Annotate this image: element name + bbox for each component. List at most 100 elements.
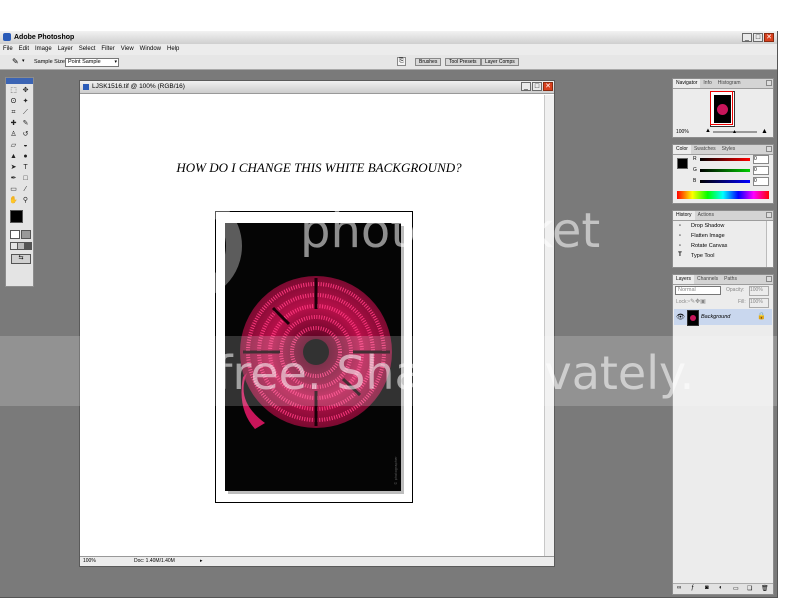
- eye-icon[interactable]: 👁: [676, 313, 685, 321]
- foreground-color-swatch[interactable]: [10, 210, 23, 223]
- adjustment-layer-icon[interactable]: ◐: [719, 585, 723, 591]
- file-browser-icon[interactable]: ⎘: [397, 57, 406, 66]
- menu-help[interactable]: Help: [164, 44, 182, 55]
- minimize-button[interactable]: _: [742, 33, 752, 42]
- palette-well-tool-presets[interactable]: Tool Presets: [445, 58, 481, 66]
- eyedropper-icon[interactable]: ✎: [12, 57, 19, 66]
- palette-well-layer-comps[interactable]: Layer Comps: [481, 58, 519, 66]
- trash-icon[interactable]: 🗑: [761, 585, 769, 592]
- tab-info[interactable]: Info: [700, 79, 714, 88]
- lasso-icon[interactable]: ʘ: [9, 97, 18, 106]
- channel-r-slider[interactable]: [700, 158, 750, 161]
- blur-icon[interactable]: ▲: [9, 152, 18, 161]
- paint-bucket-icon[interactable]: ◒: [21, 141, 30, 150]
- zoom-icon[interactable]: ⚲: [21, 196, 30, 205]
- sample-size-select[interactable]: Point Sample ▾: [65, 58, 119, 67]
- tab-color[interactable]: Color: [673, 145, 691, 154]
- eyedropper-tool-icon[interactable]: ⁄: [21, 185, 30, 194]
- menu-window[interactable]: Window: [137, 44, 164, 55]
- menu-edit[interactable]: Edit: [16, 44, 32, 55]
- crop-icon[interactable]: ⌗: [9, 108, 18, 117]
- doc-minimize-button[interactable]: _: [521, 82, 531, 91]
- brush-icon[interactable]: ✎: [21, 119, 30, 128]
- layer-row-background[interactable]: 👁 Background 🔒: [674, 309, 772, 326]
- color-foreground-swatch[interactable]: [677, 158, 688, 169]
- magic-wand-icon[interactable]: ✦: [21, 97, 30, 106]
- navigator-thumbnail[interactable]: [710, 91, 735, 127]
- new-group-icon[interactable]: ▭: [733, 585, 739, 592]
- blend-mode-select[interactable]: Normal: [675, 286, 721, 295]
- panel-close-icon[interactable]: [766, 146, 772, 152]
- history-item-drop-shadow[interactable]: Drop Shadow: [691, 223, 724, 229]
- menu-view[interactable]: View: [118, 44, 137, 55]
- panel-close-icon[interactable]: [766, 276, 772, 282]
- notes-icon[interactable]: ▭: [9, 185, 18, 194]
- quick-mask-icon[interactable]: [21, 230, 31, 239]
- type-tool-icon[interactable]: T: [21, 163, 30, 172]
- layer-name[interactable]: Background: [701, 314, 730, 320]
- channel-g-slider[interactable]: [700, 169, 750, 172]
- tab-layers[interactable]: Layers: [673, 275, 695, 284]
- doc-maximize-button[interactable]: □: [532, 82, 542, 91]
- hand-icon[interactable]: ✋: [9, 196, 18, 205]
- pen-icon[interactable]: ✒: [9, 174, 18, 183]
- menu-select[interactable]: Select: [76, 44, 99, 55]
- history-scrollbar[interactable]: [766, 221, 773, 267]
- panel-close-icon[interactable]: [766, 212, 772, 218]
- navigator-view-box[interactable]: [710, 91, 733, 125]
- screen-mode-full-icon[interactable]: [24, 242, 32, 250]
- lock-icons[interactable]: ▫✎✥▣: [688, 298, 706, 305]
- tab-navigator[interactable]: Navigator: [673, 79, 701, 88]
- eraser-icon[interactable]: ▱: [9, 141, 18, 150]
- jump-to-imageready-icon[interactable]: ⇆: [11, 254, 31, 264]
- tab-paths[interactable]: Paths: [721, 275, 740, 284]
- layer-style-icon[interactable]: ƒ: [691, 585, 694, 591]
- tab-histogram[interactable]: Histogram: [715, 79, 744, 88]
- new-layer-icon[interactable]: ❏: [747, 585, 752, 592]
- tab-swatches[interactable]: Swatches: [691, 145, 719, 154]
- navigator-zoom[interactable]: 100%: [676, 129, 689, 135]
- channel-r-value[interactable]: 0: [753, 155, 769, 164]
- healing-brush-icon[interactable]: ✚: [9, 119, 18, 128]
- zoom-out-icon[interactable]: ▲: [705, 128, 711, 134]
- fill-value[interactable]: 100%: [749, 298, 769, 308]
- tool-preset-arrow-icon[interactable]: ▾: [22, 58, 25, 64]
- shape-icon[interactable]: □: [21, 174, 30, 183]
- tab-history[interactable]: History: [673, 211, 695, 220]
- history-item-rotate-canvas[interactable]: Rotate Canvas: [691, 243, 727, 249]
- link-layers-icon[interactable]: ∞: [677, 585, 681, 591]
- menu-filter[interactable]: Filter: [98, 44, 117, 55]
- slice-icon[interactable]: ⟋: [21, 108, 30, 117]
- status-menu-arrow-icon[interactable]: ▸: [200, 557, 203, 565]
- zoom-level[interactable]: 100%: [83, 557, 96, 565]
- channel-g-value[interactable]: 0: [753, 166, 769, 175]
- menu-image[interactable]: Image: [32, 44, 55, 55]
- history-item-flatten-image[interactable]: Flatten Image: [691, 233, 725, 239]
- maximize-button[interactable]: □: [753, 33, 763, 42]
- document-canvas[interactable]: HOW DO I CHANGE THIS WHITE BACKGROUND? ©…: [82, 95, 543, 557]
- channel-b-slider[interactable]: [700, 180, 750, 183]
- history-brush-icon[interactable]: ↺: [21, 130, 30, 139]
- menu-layer[interactable]: Layer: [55, 44, 76, 55]
- channel-b-value[interactable]: 0: [753, 177, 769, 186]
- path-selection-icon[interactable]: ➤: [9, 163, 18, 172]
- palette-well-brushes[interactable]: Brushes: [415, 58, 442, 66]
- zoom-slider-handle[interactable]: ▴: [733, 128, 736, 135]
- clone-stamp-icon[interactable]: ♙: [9, 130, 18, 139]
- standard-mode-icon[interactable]: [10, 230, 20, 239]
- move-icon[interactable]: ✥: [21, 86, 30, 95]
- dodge-icon[interactable]: ●: [21, 152, 30, 161]
- history-item-type-tool[interactable]: Type Tool: [691, 253, 714, 259]
- color-spectrum-ramp[interactable]: [677, 191, 769, 199]
- layer-mask-icon[interactable]: ◙: [705, 585, 709, 591]
- menu-file[interactable]: File: [0, 44, 16, 55]
- document-scrollbar[interactable]: [544, 95, 554, 557]
- marquee-icon[interactable]: ⬚: [9, 86, 18, 95]
- tab-styles[interactable]: Styles: [719, 145, 739, 154]
- opacity-value[interactable]: 100%: [749, 286, 769, 296]
- close-button[interactable]: ✕: [764, 33, 774, 42]
- tab-channels[interactable]: Channels: [694, 275, 721, 284]
- tab-actions[interactable]: Actions: [695, 211, 717, 220]
- zoom-in-icon[interactable]: ▲: [761, 128, 768, 135]
- panel-close-icon[interactable]: [766, 80, 772, 86]
